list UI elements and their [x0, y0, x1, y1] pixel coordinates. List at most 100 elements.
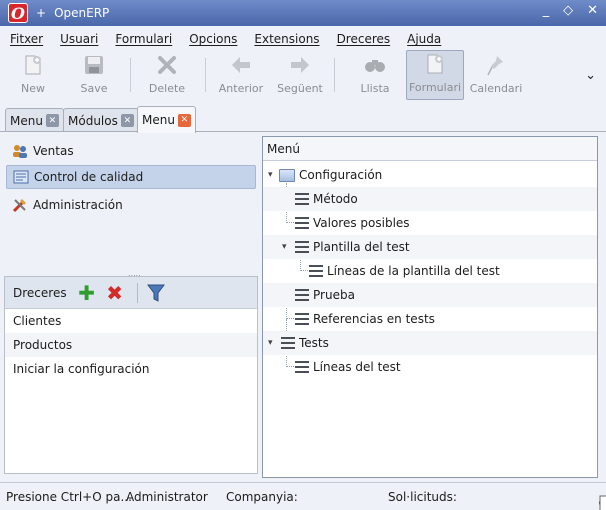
tab-close-icon[interactable]: ✕: [177, 113, 191, 127]
shortcut-label: Clientes: [13, 314, 62, 328]
module-list: Ventas Control de calidad Administración: [4, 136, 258, 268]
list-icon: [295, 313, 309, 325]
tree-item-label: Prueba: [313, 288, 355, 302]
toolbar-separator: [130, 58, 131, 92]
shortcut-item[interactable]: Clientes: [5, 309, 257, 333]
toolbar: New Save Delete Anterior Següent Llista: [0, 50, 606, 102]
tab-divider: [0, 131, 606, 132]
menu-formulari[interactable]: Formulari: [115, 32, 172, 46]
save-label: Save: [80, 82, 108, 95]
tree-item-label: Referencias en tests: [313, 312, 435, 326]
filter-funnel-icon[interactable]: [144, 281, 168, 305]
list-view-button[interactable]: Llista: [347, 50, 403, 100]
tab-menu-1[interactable]: Menu ✕: [5, 108, 64, 132]
module-label: Control de calidad: [34, 170, 144, 184]
menu-dreceres[interactable]: Dreceres: [337, 32, 391, 46]
menu-ajuda[interactable]: Ajuda: [407, 32, 441, 46]
tab-close-icon[interactable]: ✕: [45, 114, 59, 127]
close-icon[interactable]: ✕: [587, 3, 598, 18]
module-ventas[interactable]: Ventas: [6, 139, 256, 163]
tab-bar: Menu ✕ Módulos ✕ Menu ✕: [0, 106, 606, 133]
menu-extensions[interactable]: Extensions: [254, 32, 319, 46]
title-bar: O + OpenERP _ ◇ ✕: [0, 0, 606, 26]
toolbar-separator: [334, 58, 335, 92]
tree-item-metodo[interactable]: Método: [263, 187, 597, 211]
menu-opcions[interactable]: Opcions: [189, 32, 237, 46]
arrow-left-icon: [230, 54, 252, 76]
form-document-icon: [424, 53, 446, 75]
remove-shortcut-icon[interactable]: ✖: [103, 281, 127, 305]
tab-label: Menu: [142, 113, 175, 127]
module-administracion[interactable]: Administración: [6, 193, 256, 217]
form-view-label: Formulari: [408, 81, 462, 94]
chevron-down-icon[interactable]: ⌄: [585, 68, 596, 83]
tab-modulos[interactable]: Módulos ✕: [63, 108, 139, 132]
shortcuts-header: Dreceres ✚ ✖: [5, 277, 257, 309]
shortcut-item[interactable]: Iniciar la configuración: [5, 357, 257, 381]
tree-item-lineas-plantilla[interactable]: Líneas de la plantilla del test: [263, 259, 597, 283]
arrow-right-icon: [289, 54, 311, 76]
menu-tree-header-label: Menú: [267, 141, 300, 156]
menu-bar: Fitxer Usuari Formulari Opcions Extensio…: [0, 28, 606, 50]
calendar-view-button[interactable]: Calendari: [466, 50, 526, 100]
menu-fitxer[interactable]: Fitxer: [10, 32, 43, 46]
tools-icon: [12, 197, 28, 213]
tab-label: Menu: [10, 113, 43, 128]
save-disk-icon: [83, 54, 105, 76]
document-icon: [13, 169, 29, 185]
form-view-button[interactable]: Formulari: [406, 50, 464, 100]
tab-menu-active[interactable]: Menu ✕: [137, 106, 196, 133]
expand-arrow-icon[interactable]: ▾: [282, 242, 287, 252]
shortcuts-title: Dreceres: [13, 285, 67, 300]
maximize-icon[interactable]: ◇: [563, 3, 573, 18]
tree-item-lineas-test[interactable]: Líneas del test: [263, 355, 597, 379]
list-icon: [295, 217, 309, 229]
status-bar: Presione Ctrl+O pa... Administrator Comp…: [0, 482, 606, 510]
tree-item-valores-posibles[interactable]: Valores posibles: [263, 211, 597, 235]
list-icon: [295, 241, 309, 253]
next-label: Següent: [277, 82, 323, 95]
tree-item-label: Plantilla del test: [313, 240, 410, 254]
save-button[interactable]: Save: [66, 50, 122, 100]
new-button[interactable]: New: [5, 50, 61, 100]
tab-label: Módulos: [68, 113, 118, 128]
next-button[interactable]: Següent: [272, 50, 328, 100]
status-requests: Sol·licituds:: [388, 490, 457, 504]
list-icon: [295, 361, 309, 373]
tree-item-referencias-tests[interactable]: Referencias en tests: [263, 307, 597, 331]
new-request-icon[interactable]: [598, 494, 606, 510]
title-plus: +: [36, 6, 47, 20]
menu-tree-header[interactable]: Menú: [263, 137, 597, 161]
shortcut-label: Productos: [13, 338, 73, 352]
people-icon: [12, 143, 28, 159]
tree-item-prueba[interactable]: Prueba: [263, 283, 597, 307]
delete-button[interactable]: Delete: [139, 50, 195, 100]
tree-item-label: Configuración: [299, 168, 383, 182]
minimize-icon[interactable]: _: [543, 3, 550, 18]
tab-close-icon[interactable]: ✕: [120, 114, 134, 127]
tree-item-plantilla-test[interactable]: ▾ Plantilla del test: [263, 235, 597, 259]
window-title: OpenERP: [54, 6, 110, 20]
shortcut-label: Iniciar la configuración: [13, 362, 150, 376]
tree-item-label: Líneas del test: [313, 360, 401, 374]
menu-tree-panel: Menú ▾ Configuración Método Valores posi…: [262, 136, 598, 478]
module-control-calidad[interactable]: Control de calidad: [6, 165, 256, 189]
previous-label: Anterior: [218, 82, 264, 95]
status-company: Companyia:: [226, 490, 298, 504]
tree-item-label: Valores posibles: [313, 216, 410, 230]
previous-button[interactable]: Anterior: [213, 50, 269, 100]
binoculars-icon: [364, 54, 386, 76]
delete-label: Delete: [148, 82, 186, 95]
delete-x-icon: [156, 54, 178, 76]
add-shortcut-icon[interactable]: ✚: [75, 281, 99, 305]
tree-item-configuracion[interactable]: ▾ Configuración: [263, 163, 597, 187]
shortcuts-panel: Dreceres ✚ ✖ Clientes Productos Iniciar …: [4, 276, 258, 474]
openerp-logo-icon: O: [8, 3, 28, 23]
left-pane: Ventas Control de calidad Administración…: [4, 136, 258, 478]
menu-usuari[interactable]: Usuari: [60, 32, 98, 46]
pin-icon: [485, 54, 507, 76]
expand-arrow-icon[interactable]: ▾: [268, 170, 273, 180]
expand-arrow-icon[interactable]: ▾: [268, 338, 273, 348]
tree-item-tests[interactable]: ▾ Tests: [263, 331, 597, 355]
shortcut-item[interactable]: Productos: [5, 333, 257, 357]
